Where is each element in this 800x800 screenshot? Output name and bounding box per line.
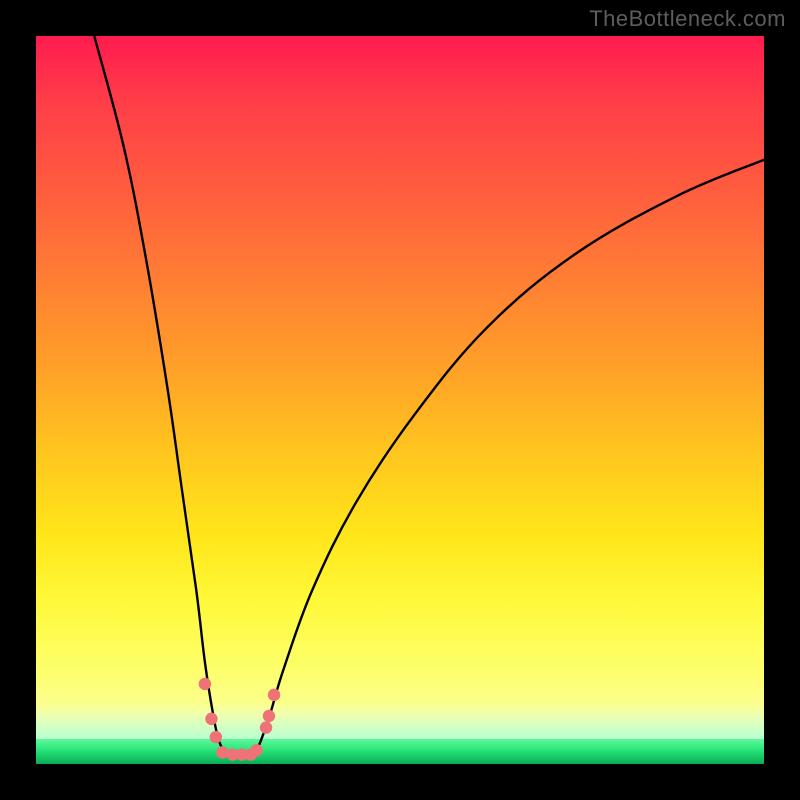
- valley-marker: [205, 713, 217, 725]
- plot-area: [36, 36, 764, 764]
- valley-marker: [210, 731, 222, 743]
- right-curve: [243, 160, 764, 757]
- left-curve: [94, 36, 243, 756]
- valley-marker: [199, 678, 211, 690]
- chart-frame: TheBottleneck.com: [0, 0, 800, 800]
- watermark-text: TheBottleneck.com: [589, 6, 786, 32]
- valley-marker: [260, 721, 272, 733]
- valley-marker: [268, 689, 280, 701]
- curves-layer: [36, 36, 764, 764]
- valley-marker: [250, 744, 262, 756]
- valley-markers: [199, 678, 281, 761]
- valley-marker: [263, 710, 275, 722]
- valley-marker: [216, 746, 228, 758]
